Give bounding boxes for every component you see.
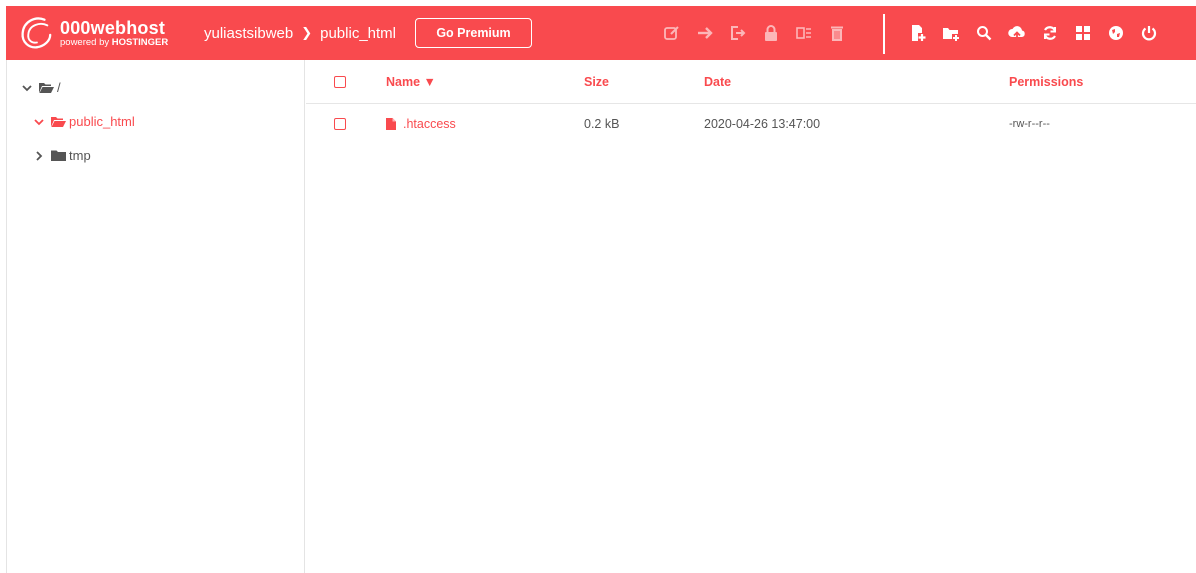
breadcrumb-site[interactable]: yuliastsibweb — [204, 25, 293, 42]
file-name-cell[interactable]: .htaccess — [386, 104, 456, 144]
power-icon[interactable] — [1136, 22, 1162, 44]
tree-item-label: public_html — [69, 114, 135, 129]
breadcrumb: yuliastsibweb ❯ public_html — [204, 25, 396, 42]
selection-toolbar — [659, 6, 857, 60]
go-premium-button[interactable]: Go Premium — [415, 18, 532, 48]
chevron-down-icon — [22, 84, 32, 91]
rename-icon[interactable] — [725, 22, 750, 44]
logo-swirl-icon — [21, 17, 52, 49]
top-bar: 000webhost powered by HOSTINGER yuliasts… — [6, 6, 1196, 60]
file-list: Name ▼ Size Date Permissions .htaccess 0… — [306, 60, 1196, 573]
tree-item-root[interactable]: / — [21, 80, 61, 95]
file-permissions: -rw-r--r-- — [1009, 118, 1050, 130]
column-permissions[interactable]: Permissions — [1009, 60, 1083, 104]
row-select — [334, 104, 346, 144]
breadcrumb-folder[interactable]: public_html — [320, 25, 396, 42]
logo-subtitle: powered by HOSTINGER — [60, 36, 169, 48]
file-icon — [386, 118, 396, 130]
tree-item-public-html[interactable]: public_html — [33, 114, 135, 129]
select-all-column — [334, 60, 346, 104]
trash-icon[interactable] — [824, 22, 849, 44]
search-icon[interactable] — [971, 22, 997, 44]
tree-item-label: / — [57, 80, 61, 95]
move-icon[interactable] — [692, 22, 717, 44]
file-size: 0.2 kB — [584, 117, 620, 131]
chevron-right-icon: ❯ — [301, 25, 313, 40]
row-checkbox[interactable] — [334, 118, 346, 130]
logo-name: 000webhost — [60, 17, 166, 38]
refresh-icon[interactable] — [1037, 22, 1063, 44]
folder-tree: / public_html tmp — [6, 60, 305, 573]
logo[interactable]: 000webhost powered by HOSTINGER — [16, 14, 191, 52]
edit-icon[interactable] — [659, 22, 684, 44]
extract-icon[interactable] — [791, 22, 816, 44]
tree-item-label: tmp — [69, 148, 91, 163]
toolbar-divider — [883, 14, 885, 54]
select-all-checkbox[interactable] — [334, 76, 346, 88]
column-size[interactable]: Size — [584, 60, 609, 104]
folder-icon — [51, 150, 66, 161]
folder-open-icon — [51, 117, 66, 127]
globe-icon[interactable] — [1103, 22, 1129, 44]
column-date[interactable]: Date — [704, 60, 731, 104]
new-folder-icon[interactable] — [938, 22, 964, 44]
folder-open-icon — [39, 83, 54, 93]
file-list-header: Name ▼ Size Date Permissions — [306, 60, 1196, 104]
file-date: 2020-04-26 13:47:00 — [704, 117, 821, 131]
column-name[interactable]: Name ▼ — [386, 60, 436, 104]
tree-item-tmp[interactable]: tmp — [33, 148, 91, 163]
chevron-right-icon — [36, 150, 43, 161]
new-file-icon[interactable] — [905, 22, 931, 44]
grid-view-icon[interactable] — [1070, 22, 1096, 44]
upload-icon[interactable] — [1004, 22, 1030, 44]
table-row[interactable]: .htaccess 0.2 kB 2020-04-26 13:47:00 -rw… — [306, 104, 1196, 144]
chevron-down-icon — [34, 118, 44, 125]
lock-icon[interactable] — [758, 22, 783, 44]
file-name: .htaccess — [403, 117, 456, 131]
main-toolbar — [905, 6, 1169, 60]
